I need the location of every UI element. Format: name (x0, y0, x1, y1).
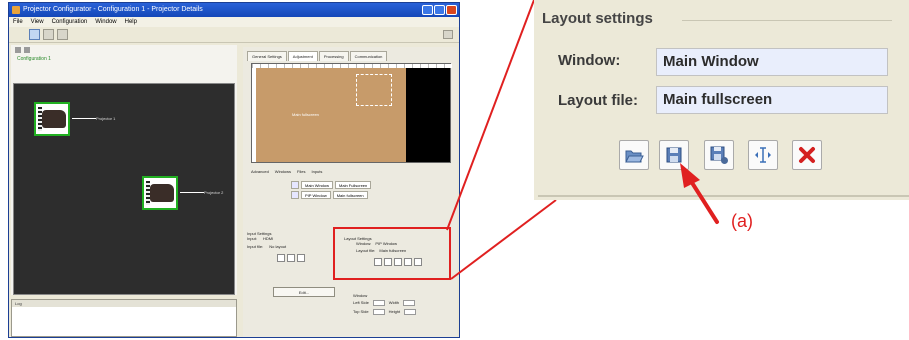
callout-label: (a) (731, 211, 753, 231)
callout-arrow-icon (680, 163, 719, 224)
